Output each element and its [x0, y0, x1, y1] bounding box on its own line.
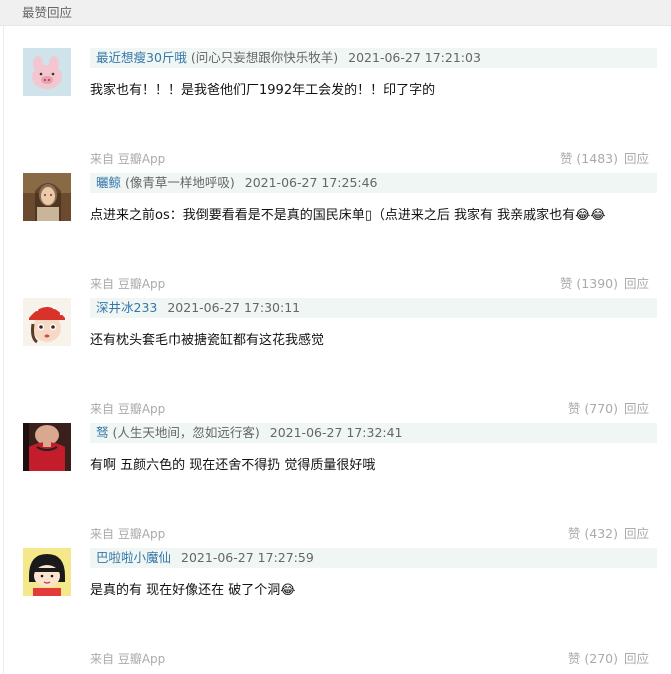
comment-meta: 深井冰233 2021-06-27 17:30:11: [90, 298, 657, 318]
red-hat-doll-avatar-icon[interactable]: [23, 298, 71, 346]
username-link[interactable]: 驽: [96, 425, 109, 440]
user-status: (人生天地间，忽如远行客): [108, 425, 260, 440]
username-link[interactable]: 深井冰233: [96, 300, 157, 315]
comment-meta: 驽 (人生天地间，忽如远行客) 2021-06-27 17:32:41: [90, 423, 657, 443]
comment-timestamp: 2021-06-27 17:27:59: [181, 550, 314, 565]
comment-text: 点进来之前os：我倒要看看是不是真的国民床单▯（点进来之后 我家有 我亲戚家也有…: [90, 208, 606, 223]
comment-item: 深井冰233 2021-06-27 17:30:11 还有枕头套毛巾被搪瓷缸都有这…: [0, 298, 671, 423]
comment-source: 来自 豆瓣App: [90, 277, 166, 291]
comment-item: 曬鲸 (像青草一样地呼吸) 2021-06-27 17:25:46 点进来之前os…: [0, 173, 671, 298]
comment-meta: 曬鲸 (像青草一样地呼吸) 2021-06-27 17:25:46: [90, 173, 657, 193]
girl-photo-avatar-icon[interactable]: [23, 173, 71, 221]
like-button[interactable]: 赞 (770): [568, 401, 618, 416]
like-button[interactable]: 赞 (270): [568, 651, 618, 666]
comment-timestamp: 2021-06-27 17:25:46: [244, 175, 378, 190]
comment-item: 驽 (人生天地间，忽如远行客) 2021-06-27 17:32:41 有啊 五颜…: [0, 423, 671, 548]
reply-button[interactable]: 回应: [624, 526, 649, 541]
comment-actions: 赞 (770) 回应: [568, 401, 649, 417]
comment-actions: 赞 (432) 回应: [568, 526, 649, 542]
reply-button[interactable]: 回应: [624, 276, 649, 291]
comment-source: 来自 豆瓣App: [90, 527, 166, 541]
comment-source: 来自 豆瓣App: [90, 152, 166, 166]
username-link[interactable]: 曬鲸: [96, 175, 121, 190]
comment-timestamp: 2021-06-27 17:30:11: [167, 300, 301, 315]
like-button[interactable]: 赞 (1390): [560, 276, 618, 291]
username-link[interactable]: 巴啦啦小魔仙: [96, 550, 171, 565]
comment-timestamp: 2021-06-27 17:32:41: [269, 425, 403, 440]
comment-source: 来自 豆瓣App: [90, 652, 166, 666]
reply-button[interactable]: 回应: [624, 151, 649, 166]
username-link[interactable]: 最近想瘦30斤哦: [96, 50, 187, 65]
reply-button[interactable]: 回应: [624, 651, 649, 666]
section-header: 最赞回应: [0, 0, 671, 26]
cartoon-girl-avatar-icon[interactable]: [23, 548, 71, 596]
user-status: (像青草一样地呼吸): [121, 175, 235, 190]
comment-actions: 赞 (1483) 回应: [560, 151, 649, 167]
section-title: 最赞回应: [22, 5, 73, 20]
user-status: (问心只妄想跟你快乐牧羊): [186, 50, 339, 65]
reply-button[interactable]: 回应: [624, 401, 649, 416]
comment-text: 我家也有！！！是我爸他们厂1992年工会发的！！印了字的: [90, 83, 436, 98]
comment-text: 有啊 五颜六色的 现在还舍不得扔 觉得质量很好哦: [90, 458, 376, 473]
like-button[interactable]: 赞 (1483): [560, 151, 618, 166]
comment-actions: 赞 (1390) 回应: [560, 276, 649, 292]
comment-timestamp: 2021-06-27 17:21:03: [348, 50, 481, 65]
comment-text: 还有枕头套毛巾被搪瓷缸都有这花我感觉: [90, 333, 325, 348]
comment-text: 是真的有 现在好像还在 破了个洞😂: [90, 583, 296, 598]
pink-pig-avatar-icon[interactable]: [23, 48, 71, 96]
comment-meta: 最近想瘦30斤哦 (问心只妄想跟你快乐牧羊) 2021-06-27 17:21:0…: [90, 48, 657, 68]
comment-meta: 巴啦啦小魔仙 2021-06-27 17:27:59: [90, 548, 657, 568]
comment-item: 最近想瘦30斤哦 (问心只妄想跟你快乐牧羊) 2021-06-27 17:21:0…: [0, 48, 671, 173]
comment-item: 巴啦啦小魔仙 2021-06-27 17:27:59 是真的有 现在好像还在 破了…: [0, 548, 671, 673]
red-dress-photo-avatar-icon[interactable]: [23, 423, 71, 471]
like-button[interactable]: 赞 (432): [568, 526, 618, 541]
comment-actions: 赞 (270) 回应: [568, 651, 649, 667]
comment-source: 来自 豆瓣App: [90, 402, 166, 416]
